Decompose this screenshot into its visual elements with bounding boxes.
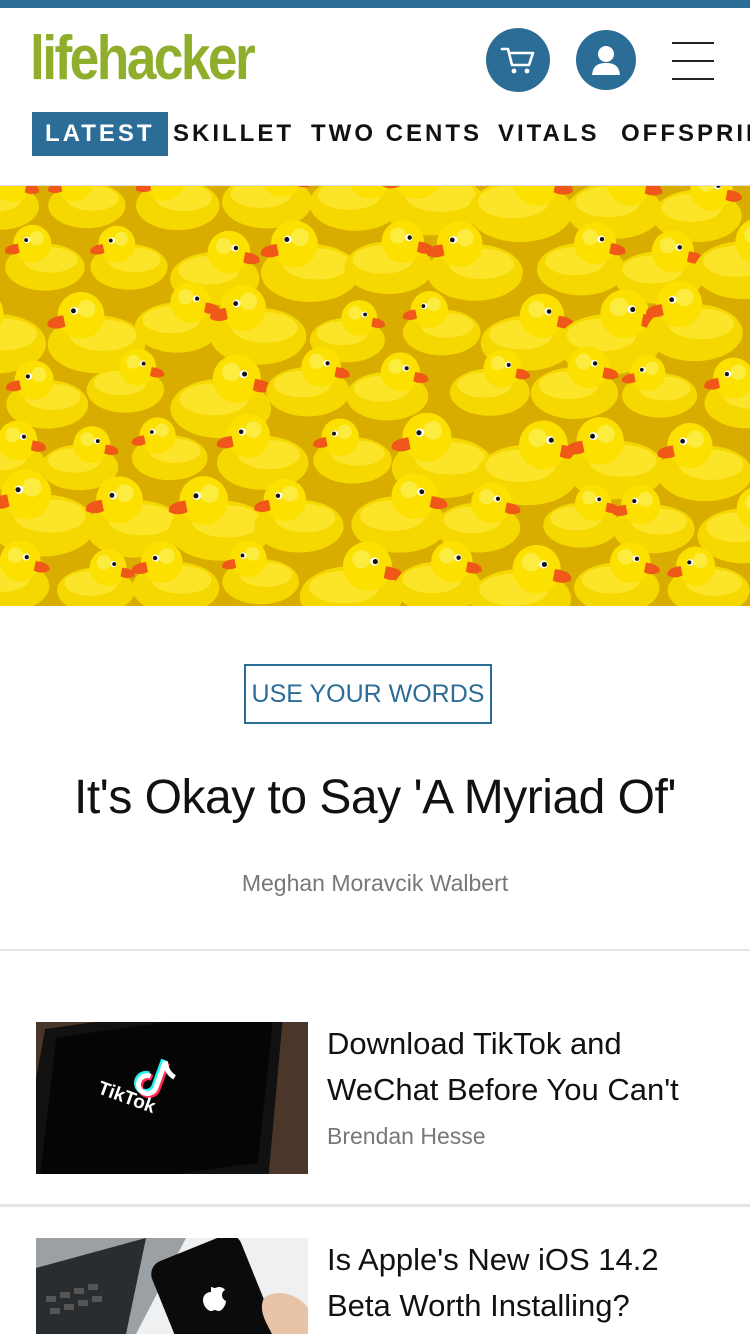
article-title[interactable]: Is Apple's New iOS 14.2 Beta Worth Insta… — [327, 1237, 727, 1329]
user-icon — [592, 46, 620, 75]
account-button[interactable] — [576, 30, 636, 90]
iphone-laptop-image — [36, 1238, 308, 1334]
section-nav: LATEST SKILLET TWO CENTS VITALS OFFSPRIN — [0, 112, 750, 158]
nav-tab-vitals[interactable]: VITALS — [498, 112, 600, 156]
hero-image[interactable] — [0, 186, 750, 606]
nav-tab-offspring[interactable]: OFFSPRIN — [621, 112, 750, 156]
hamburger-menu-icon[interactable] — [672, 42, 714, 82]
tiktok-phone-image: TikTok — [36, 1022, 308, 1174]
featured-author[interactable]: Meghan Moravcik Walbert — [0, 870, 750, 897]
article-thumbnail[interactable]: TikTok — [36, 1022, 308, 1174]
article-title[interactable]: Download TikTok and WeChat Before You Ca… — [327, 1021, 727, 1113]
divider — [0, 1204, 750, 1207]
article-thumbnail[interactable] — [36, 1238, 308, 1334]
divider — [0, 949, 750, 951]
nav-tab-skillet[interactable]: SKILLET — [173, 112, 294, 156]
top-accent-bar — [0, 0, 750, 8]
cart-button[interactable] — [486, 28, 550, 92]
site-header: lifehacker LATEST SKILLET TWO CENTS VITA… — [0, 8, 750, 186]
category-tag[interactable]: USE YOUR WORDS — [244, 664, 492, 724]
cart-icon — [500, 47, 535, 74]
rubber-ducks-photo — [0, 186, 750, 606]
article-author[interactable]: Brendan Hesse — [327, 1123, 486, 1150]
nav-tab-latest[interactable]: LATEST — [32, 112, 168, 156]
nav-tab-two-cents[interactable]: TWO CENTS — [311, 112, 482, 156]
site-logo[interactable]: lifehacker — [30, 28, 256, 90]
featured-headline[interactable]: It's Okay to Say 'A Myriad Of' — [0, 770, 750, 825]
